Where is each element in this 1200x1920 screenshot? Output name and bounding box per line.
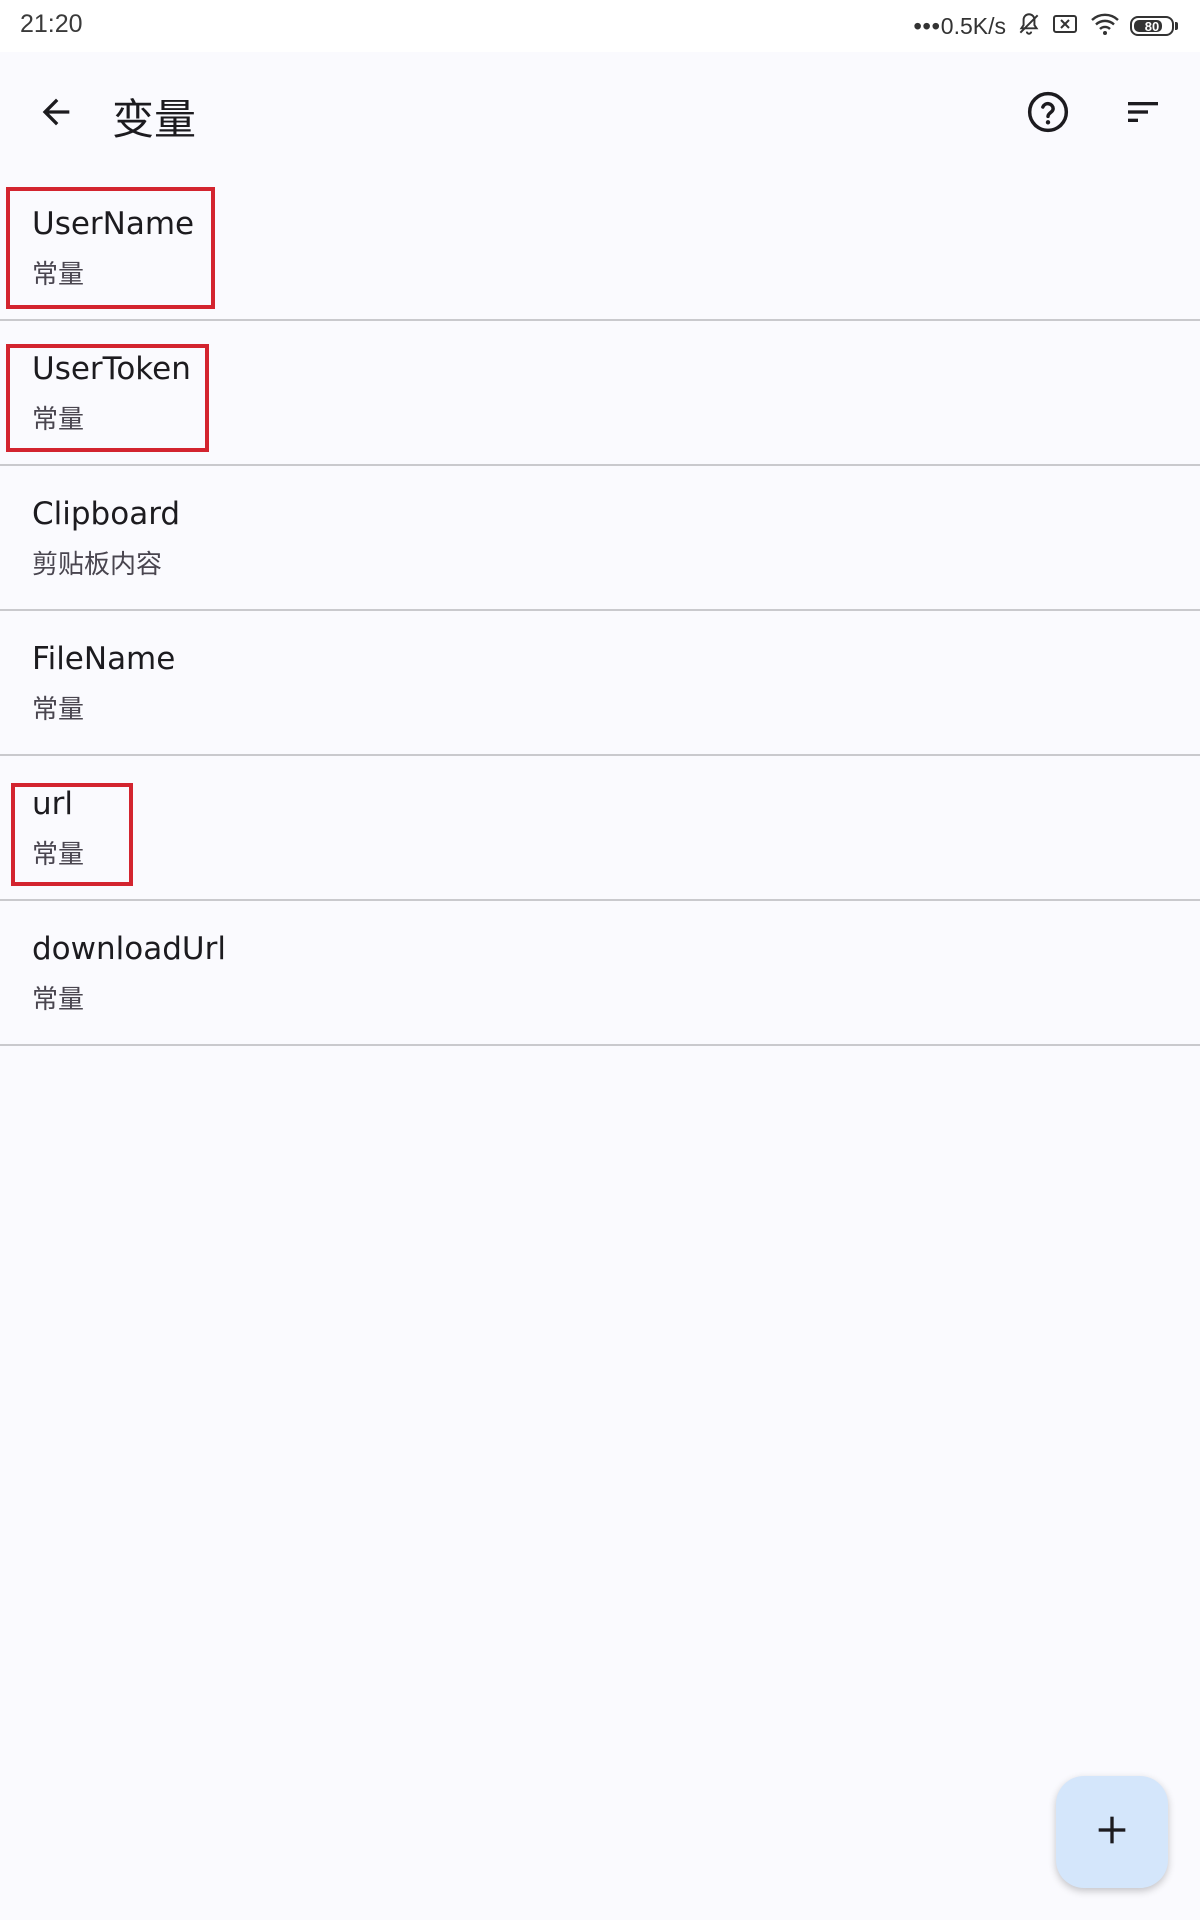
variable-name: UserName [32, 206, 195, 242]
list-item[interactable]: UserName 常量 [0, 176, 1200, 321]
help-button[interactable] [1018, 84, 1078, 144]
variable-type: 常量 [32, 695, 85, 725]
battery-tip [1175, 22, 1178, 30]
sort-button[interactable] [1113, 84, 1173, 144]
battery-level: 80 [1144, 18, 1160, 34]
variable-type: 常量 [32, 405, 85, 435]
variable-type: 常量 [32, 260, 85, 290]
arrow-back-icon [36, 92, 76, 136]
battery-icon: 80 [1130, 16, 1178, 36]
variable-name: url [32, 786, 74, 822]
add-variable-button[interactable] [1056, 1776, 1168, 1888]
variable-name: downloadUrl [32, 931, 226, 967]
status-time: 21:20 [20, 10, 83, 38]
sim-card-off-icon [1052, 12, 1080, 40]
list-item[interactable]: downloadUrl 常量 [0, 901, 1200, 1046]
list-item[interactable]: url 常量 [0, 756, 1200, 901]
bell-off-icon [1016, 11, 1042, 41]
variable-type: 常量 [32, 985, 85, 1015]
list-item[interactable]: FileName 常量 [0, 611, 1200, 756]
plus-icon [1092, 1810, 1132, 1854]
variable-type: 常量 [32, 840, 85, 870]
list-item[interactable]: Clipboard 剪贴板内容 [0, 466, 1200, 611]
help-circle-icon [1026, 90, 1070, 138]
list-item[interactable]: UserToken 常量 [0, 321, 1200, 466]
wifi-icon [1090, 12, 1120, 40]
app-bar: 变量 [0, 52, 1200, 176]
variable-type: 剪贴板内容 [32, 550, 163, 580]
status-icons: •••0.5K/s 80 [914, 10, 1178, 42]
network-speed: •••0.5K/s [913, 12, 1006, 39]
status-bar: 21:20 •••0.5K/s 80 [0, 0, 1200, 52]
page-title: 变量 [112, 95, 197, 144]
variable-name: Clipboard [32, 496, 181, 532]
sort-icon [1123, 92, 1163, 136]
variable-name: FileName [32, 641, 176, 677]
network-speed-value: 0.5K/s [940, 12, 1006, 39]
variable-list: UserName 常量 UserToken 常量 Clipboard 剪贴板内容… [0, 176, 1200, 1046]
battery: 80 [1130, 16, 1174, 36]
variable-name: UserToken [32, 351, 191, 387]
back-button[interactable] [26, 84, 86, 144]
